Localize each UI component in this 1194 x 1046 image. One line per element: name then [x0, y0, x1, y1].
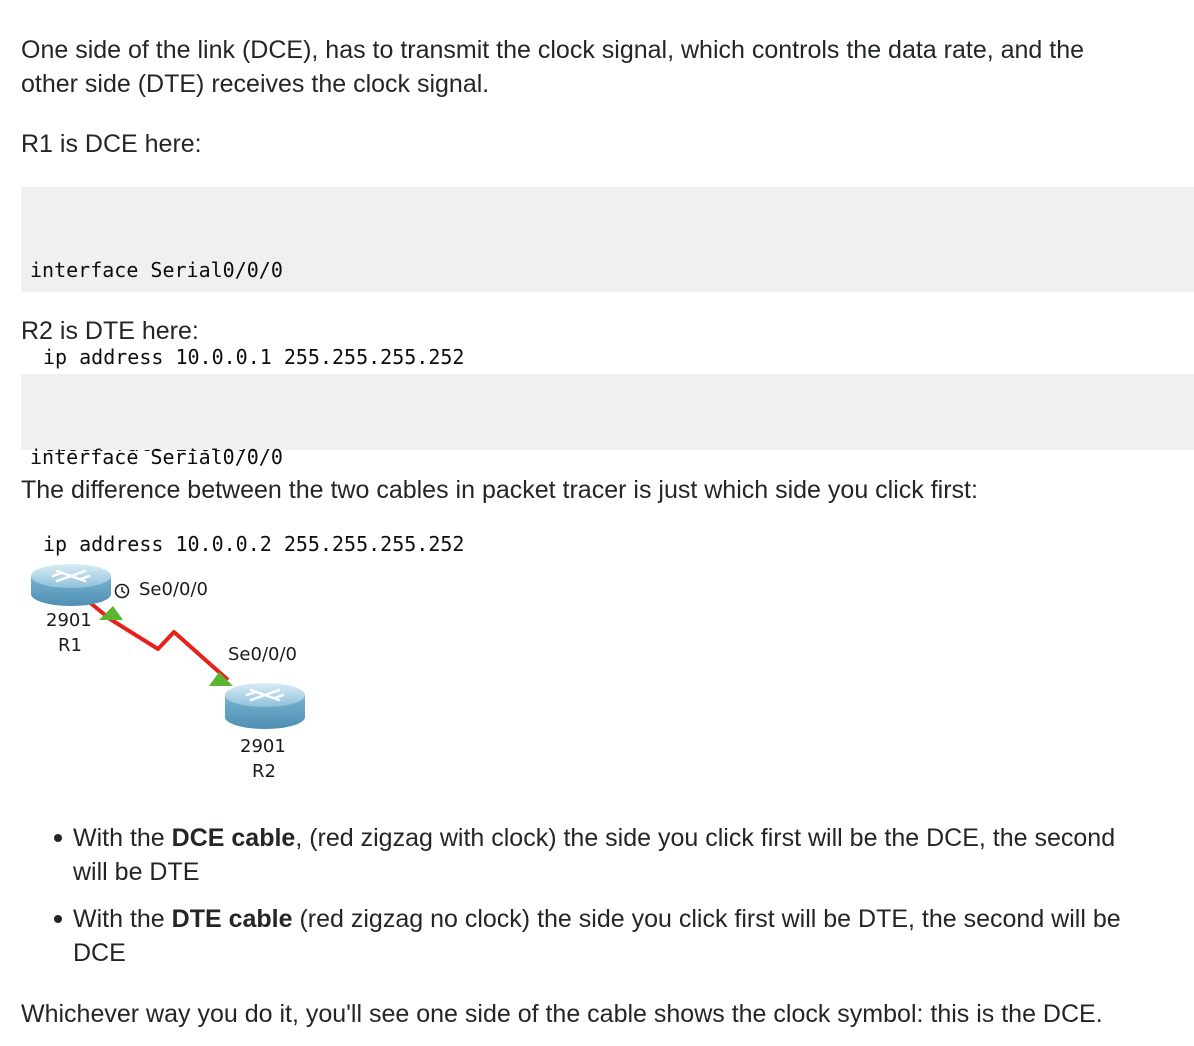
code-line: interface Serial0/0/0 — [30, 445, 283, 469]
intro-line-2: other side (DTE) receives the clock sign… — [21, 70, 490, 98]
list-item: With the DCE cable, (red zigzag with clo… — [21, 821, 1181, 889]
bullet-text: will be DTE — [73, 858, 200, 886]
difference-paragraph: The difference between the two cables in… — [21, 476, 978, 504]
intro-paragraph: One side of the link (DCE), has to trans… — [21, 33, 1084, 101]
bullet-text: With the — [73, 905, 172, 933]
bullet-bold-text: DCE cable — [171, 824, 296, 852]
intro-line-1: One side of the link (DCE), has to trans… — [21, 36, 1085, 64]
bullet-text: DCE — [73, 939, 126, 967]
r1-model-label: 2901 — [46, 610, 92, 631]
conclusion-paragraph: Whichever way you do it, you'll see one … — [21, 1000, 1103, 1028]
r2-port-label: Se0/0/0 — [228, 644, 297, 665]
router-r2-icon[interactable] — [225, 683, 305, 729]
bullet-dot — [54, 834, 62, 842]
r2-caption: R2 is DTE here: — [21, 317, 199, 345]
r2-code-block: interface Serial0/0/0 ip address 10.0.0.… — [21, 374, 1194, 556]
bullet-text: With the — [73, 824, 172, 852]
bullet-dot — [54, 915, 62, 923]
r1-caption: R1 is DCE here: — [21, 130, 202, 158]
code-line: interface Serial0/0/0 — [30, 258, 283, 282]
packet-tracer-diagram: Se0/0/0 2901 R1 Se0/0/0 2901 R2 — [21, 540, 331, 790]
bullet-bold-text: DTE cable — [171, 905, 293, 933]
cable-bullet-list: With the DCE cable, (red zigzag with clo… — [21, 821, 1181, 983]
serial-cable[interactable] — [81, 595, 230, 682]
clock-icon — [114, 583, 130, 599]
r2-link-end-marker — [209, 672, 233, 686]
r1-code-block: interface Serial0/0/0 ip address 10.0.0.… — [21, 187, 1194, 456]
r2-name-label: R2 — [252, 761, 276, 782]
r1-port-label: Se0/0/0 — [139, 579, 208, 600]
r2-model-label: 2901 — [240, 736, 286, 757]
list-item: With the DTE cable (red zigzag no clock)… — [21, 902, 1181, 970]
router-r1-icon[interactable] — [31, 564, 111, 606]
bullet-text: (red zigzag no clock) the side you click… — [292, 905, 1121, 933]
bullet-text: , (red zigzag with clock) the side you c… — [295, 824, 1116, 852]
r1-name-label: R1 — [58, 635, 82, 656]
code-line: ip address 10.0.0.1 255.255.255.252 — [43, 345, 465, 369]
